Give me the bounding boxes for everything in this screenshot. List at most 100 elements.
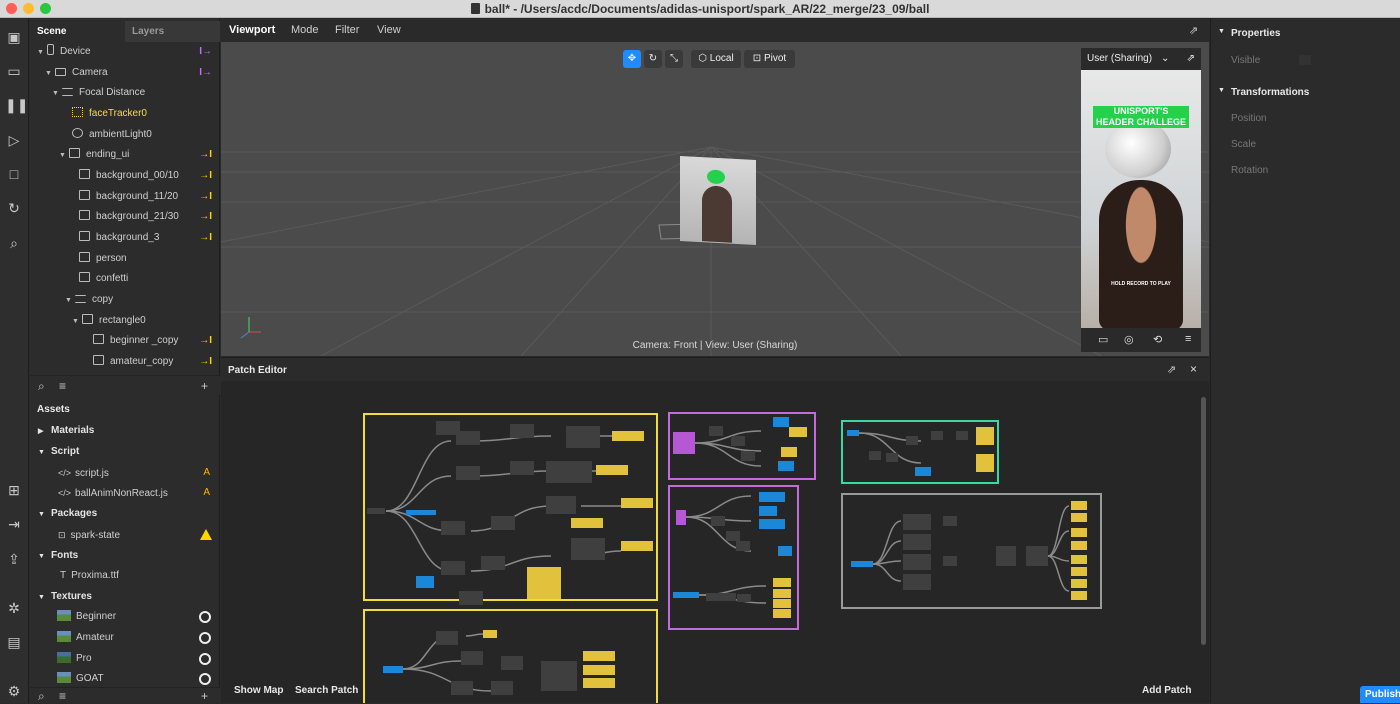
expand-arrow-icon[interactable]: ▼	[1218, 28, 1225, 35]
stop-icon[interactable]: □	[5, 165, 23, 183]
tree-item-person[interactable]: person	[79, 249, 127, 269]
viewport-canvas[interactable]: ✥ ↻ ⤡ ⬡ Local ⊡ Pivot Camera: Front | Vi…	[221, 42, 1209, 356]
popout-icon[interactable]: ⇗	[1189, 24, 1198, 37]
patch-node	[583, 665, 615, 675]
asset-spark-state[interactable]: ⊡ spark-state	[58, 525, 220, 545]
tree-item-copy[interactable]: ▼ copy	[65, 290, 113, 310]
patch-node	[456, 466, 480, 480]
tree-item-facetracker[interactable]: faceTracker0	[72, 104, 147, 124]
expand-arrow-icon[interactable]: ▼	[38, 505, 51, 525]
layout-icon[interactable]: ▣	[5, 28, 23, 46]
warning-icon[interactable]	[200, 529, 212, 540]
patch-group-frame[interactable]	[363, 413, 658, 601]
properties-title[interactable]: ▼ Properties	[1218, 28, 1280, 39]
properties-panel: ▼ Properties Visible ▼ Transformations Pos…	[1210, 18, 1400, 703]
tab-viewport[interactable]: Viewport	[229, 24, 275, 36]
expand-arrow-icon[interactable]: ▼	[52, 84, 62, 104]
import-icon[interactable]: ⇥	[5, 515, 23, 533]
popout-icon[interactable]: ⇗	[1167, 363, 1176, 376]
search-patch-button[interactable]: Search Patch	[295, 685, 358, 696]
refresh-icon[interactable]: ↻	[5, 199, 23, 217]
menu-filter[interactable]: Filter	[335, 24, 359, 36]
tracking-badge: I→	[199, 46, 212, 57]
expand-arrow-icon[interactable]: ▼	[38, 588, 51, 608]
menu-icon[interactable]: ≡	[1185, 333, 1191, 345]
asset-anim-js[interactable]: </> ballAnimNonReact.js A	[58, 483, 220, 503]
patch-node	[436, 631, 458, 645]
popout-icon[interactable]: ⇗	[1187, 48, 1195, 70]
patch-node	[737, 594, 751, 602]
asset-texture-pro[interactable]: Pro	[57, 649, 220, 669]
asset-texture-beginner[interactable]: Beginner	[57, 607, 220, 627]
tree-item-ambientlight[interactable]: ambientLight0	[72, 125, 152, 145]
collapse-arrow-icon[interactable]: ▶	[38, 422, 51, 442]
settings-gear-icon[interactable]: ⚙	[5, 682, 23, 700]
play-icon[interactable]: ▷	[5, 131, 23, 149]
patch-editor-header: Patch Editor ⇗ ×	[221, 357, 1209, 381]
vertical-scrollbar[interactable]	[1201, 397, 1206, 645]
add-asset-icon[interactable]: +	[201, 689, 208, 703]
preview-user-select[interactable]: User (Sharing) ⌄ ⇗	[1081, 48, 1201, 70]
tab-layers[interactable]: Layers	[125, 21, 220, 42]
patch-node	[1071, 501, 1087, 510]
move-tool-button[interactable]: ✥	[623, 50, 641, 68]
asset-proxima-font[interactable]: T Proxima.ttf	[60, 566, 119, 586]
tree-item-rectangle0[interactable]: ▼ rectangle0	[72, 311, 146, 331]
publish-button[interactable]: Publish	[1360, 686, 1400, 703]
asset-group-label: Textures	[51, 591, 92, 602]
show-map-button[interactable]: Show Map	[234, 685, 283, 696]
scale-tool-button[interactable]: ⤡	[665, 50, 683, 68]
tab-scene[interactable]: Scene	[30, 21, 125, 42]
menu-view[interactable]: View	[377, 24, 401, 36]
asset-label: GOAT	[76, 673, 104, 684]
asset-group-label: Script	[51, 446, 80, 457]
transformations-title[interactable]: ▼ Transformations	[1218, 87, 1309, 98]
add-object-icon[interactable]: +	[201, 379, 208, 393]
patch-wire	[685, 495, 752, 518]
add-patch-button[interactable]: Add Patch	[1142, 685, 1191, 696]
patch-node	[711, 516, 725, 526]
video-icon[interactable]: ▭	[5, 62, 23, 80]
patch-node	[416, 576, 434, 588]
close-icon[interactable]: ×	[1190, 362, 1197, 376]
patch-group-frame[interactable]	[841, 493, 1102, 609]
asset-texture-amateur[interactable]: Amateur	[57, 628, 220, 648]
rotate-device-icon[interactable]: ⟲	[1153, 333, 1162, 346]
export-icon[interactable]: ⇪	[5, 550, 23, 568]
rotate-tool-button[interactable]: ↻	[644, 50, 662, 68]
preview-select-label: User (Sharing)	[1087, 53, 1153, 64]
asset-group-textures[interactable]: ▼ Textures	[38, 587, 92, 607]
asset-script-js[interactable]: </> script.js A	[58, 463, 220, 483]
visible-label: Visible	[1231, 55, 1261, 66]
visible-checkbox[interactable]	[1299, 55, 1311, 65]
assets-panel: Assets ▶ Materials ▼ Script </> script.js A …	[30, 399, 220, 688]
asset-group-packages[interactable]: ▼ Packages	[38, 504, 97, 524]
console-icon[interactable]: ▤	[5, 633, 23, 651]
columns-icon[interactable]: ❚❚	[5, 96, 28, 114]
expand-arrow-icon[interactable]: ▼	[1218, 87, 1225, 94]
asset-group-fonts[interactable]: ▼ Fonts	[38, 546, 78, 566]
search-icon[interactable]: ⌕	[38, 379, 45, 394]
screenshot-icon[interactable]: ◎	[1124, 333, 1134, 346]
tree-item-confetti[interactable]: confetti	[79, 269, 128, 289]
bug-icon[interactable]: ✲	[5, 599, 23, 617]
expand-arrow-icon[interactable]: ▼	[72, 312, 82, 332]
expand-arrow-icon[interactable]: ▼	[38, 547, 51, 567]
pivot-button[interactable]: ⊡ Pivot	[744, 50, 795, 68]
expand-arrow-icon[interactable]: ▼	[38, 443, 51, 463]
tree-item-focal-distance[interactable]: ▼ Focal Distance	[52, 83, 145, 103]
add-folder-icon[interactable]: ⊞	[5, 481, 23, 499]
menu-mode[interactable]: Mode	[291, 24, 319, 36]
expand-arrow-icon[interactable]: ▼	[65, 291, 75, 311]
local-space-button[interactable]: ⬡ Local	[691, 50, 741, 68]
search-icon[interactable]: ⌕	[38, 689, 45, 704]
tree-item-label: Focal Distance	[79, 87, 146, 98]
filter-icon[interactable]: ≡	[59, 689, 66, 703]
asset-group-materials[interactable]: ▶ Materials	[38, 421, 94, 441]
record-video-icon[interactable]: ▭	[1098, 333, 1108, 346]
patch-graph-canvas[interactable]: Show Map Search Patch Add Patch	[221, 381, 1209, 703]
asset-texture-goat[interactable]: GOAT	[57, 669, 220, 688]
asset-group-script[interactable]: ▼ Script	[38, 442, 79, 462]
filter-icon[interactable]: ≡	[59, 379, 66, 393]
search-icon[interactable]: ⌕	[5, 234, 23, 252]
